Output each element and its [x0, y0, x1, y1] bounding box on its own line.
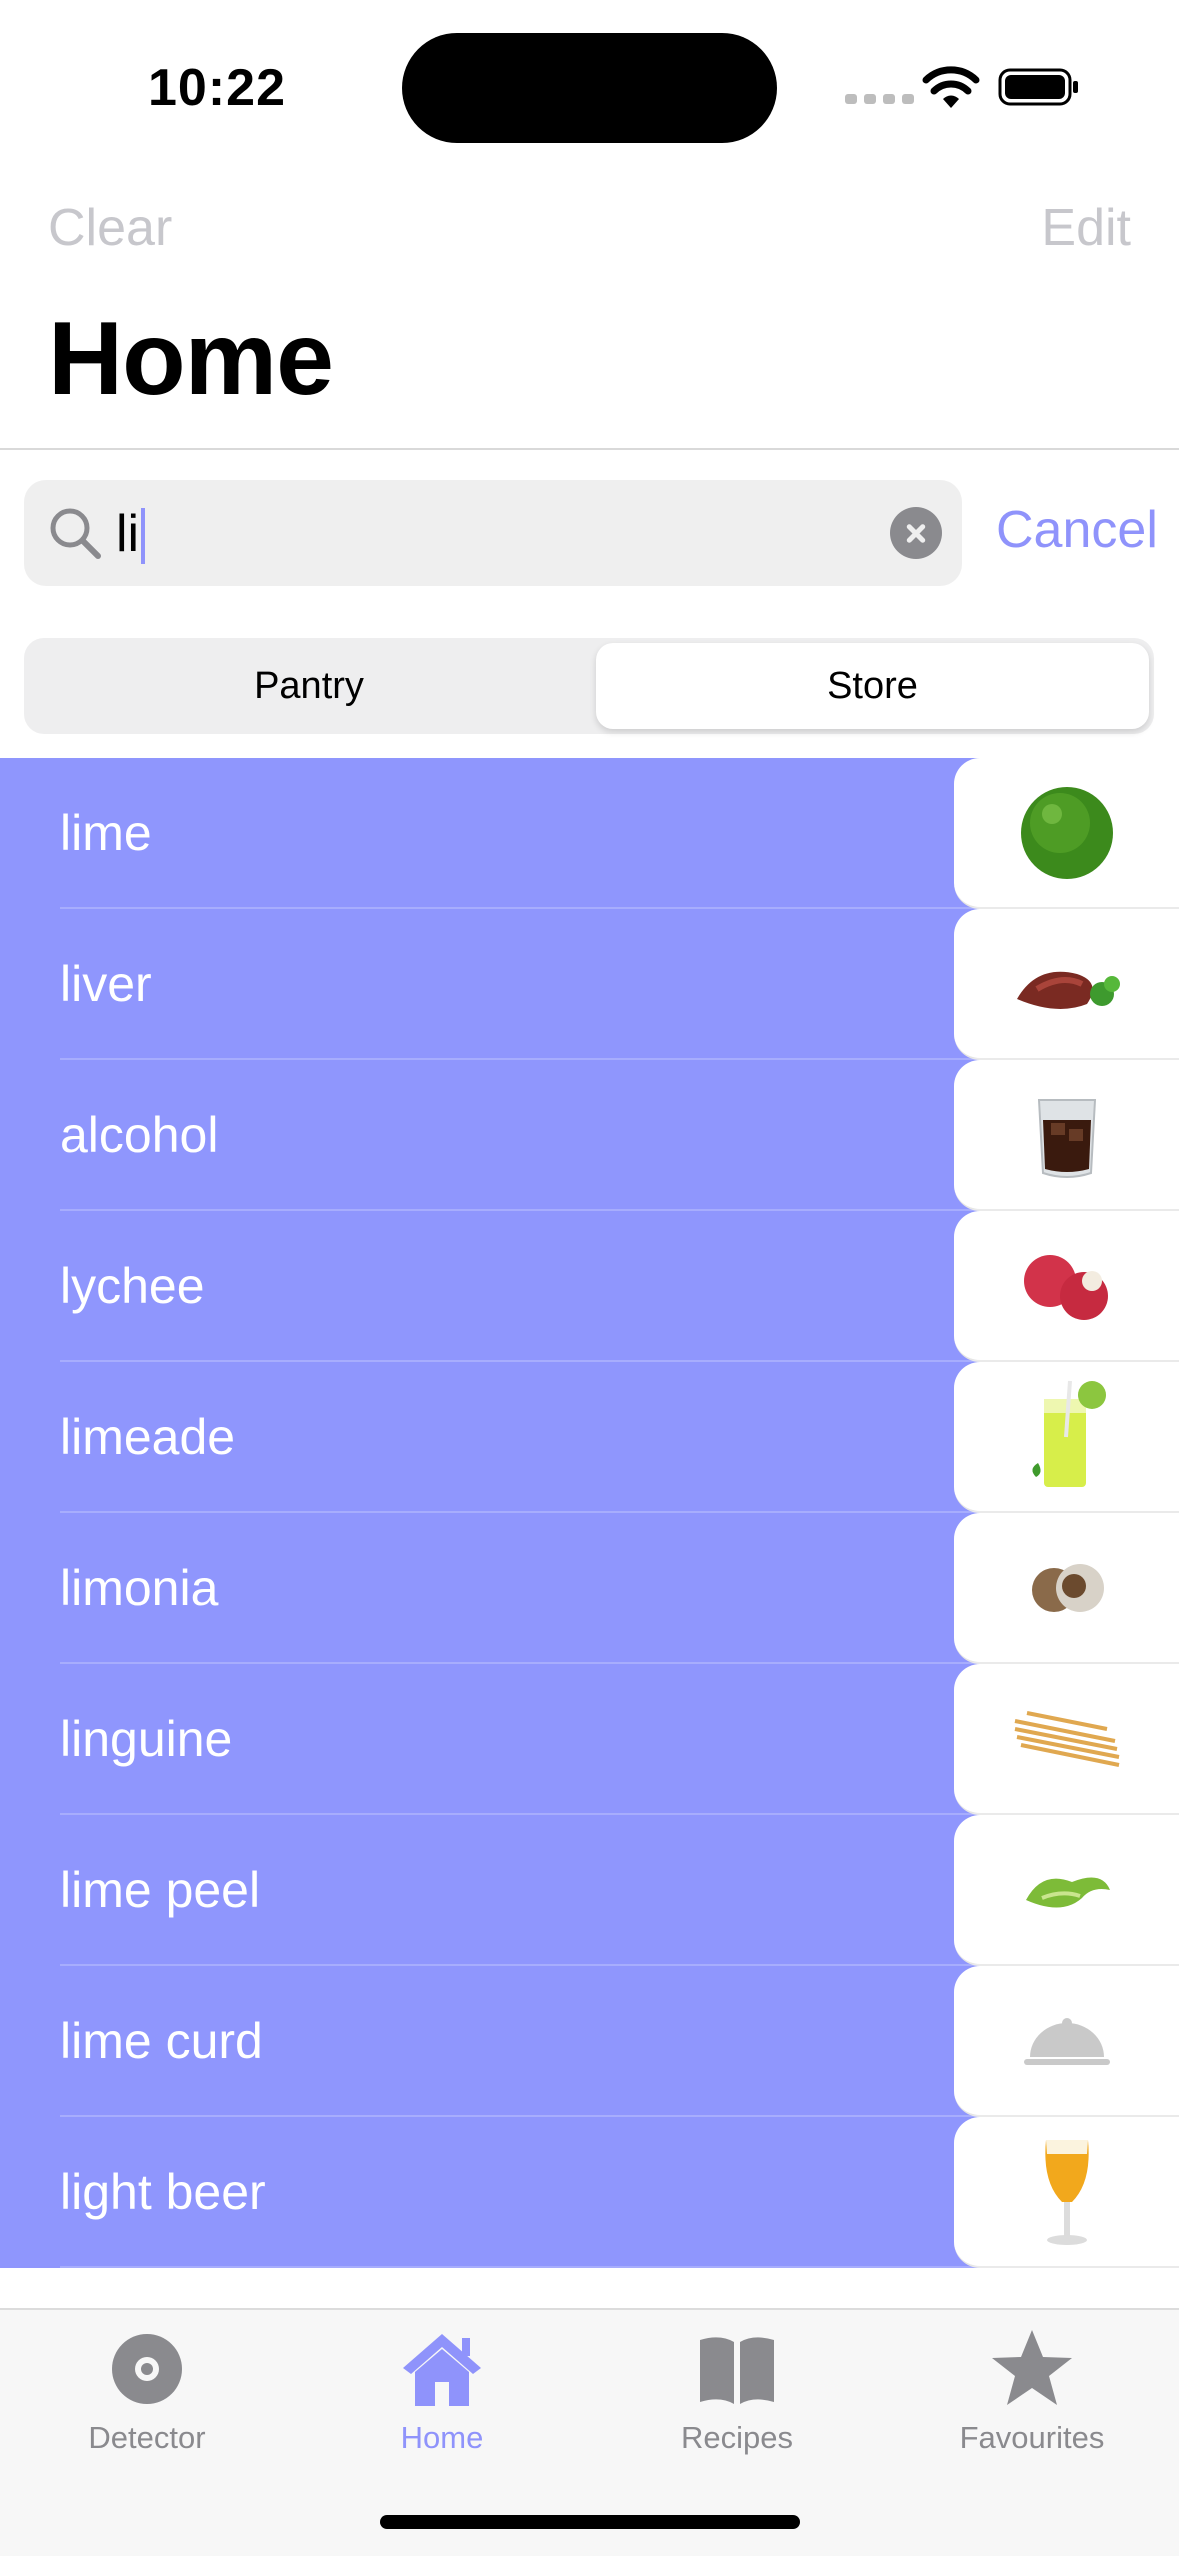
- list-item[interactable]: lime curd: [0, 1966, 1179, 2117]
- alcohol-glass-icon: [954, 1060, 1179, 1211]
- search-input-value: li: [116, 508, 146, 564]
- dynamic-island: [402, 33, 777, 143]
- clear-search-icon[interactable]: [890, 507, 942, 559]
- pantry-store-segmented-control: Pantry Store: [24, 638, 1154, 734]
- search-results-list: lime liver alcohol lychee limeade limoni…: [0, 758, 1179, 2268]
- tab-home[interactable]: Home: [317, 2324, 567, 2456]
- cancel-button[interactable]: Cancel: [996, 500, 1158, 560]
- list-bottom-spacer: [0, 2268, 1179, 2308]
- item-label: lychee: [60, 1258, 205, 1314]
- list-item[interactable]: lime peel: [0, 1815, 1179, 1966]
- tab-label: Home: [400, 2420, 484, 2455]
- nav-divider: [0, 448, 1179, 450]
- tab-detector[interactable]: Detector: [22, 2324, 272, 2456]
- list-item[interactable]: linguine: [0, 1664, 1179, 1815]
- item-label: lime: [60, 805, 152, 861]
- lime-icon: [954, 758, 1179, 909]
- item-label: liver: [60, 956, 152, 1012]
- item-label: linguine: [60, 1711, 233, 1767]
- linguine-icon: [954, 1664, 1179, 1815]
- list-item[interactable]: liver: [0, 909, 1179, 1060]
- limeade-glass-icon: [954, 1362, 1179, 1513]
- item-label: lime curd: [60, 2013, 263, 2069]
- tab-recipes[interactable]: Recipes: [612, 2324, 862, 2456]
- star-icon: [992, 2330, 1072, 2405]
- segment-pantry[interactable]: Pantry: [29, 643, 589, 729]
- status-bar: 10:22: [0, 0, 1179, 175]
- list-item[interactable]: limeade: [0, 1362, 1179, 1513]
- home-indicator: [380, 2515, 800, 2529]
- list-item[interactable]: lychee: [0, 1211, 1179, 1362]
- list-item[interactable]: light beer: [0, 2117, 1179, 2268]
- cellular-signal-icon: [845, 94, 914, 104]
- list-item[interactable]: lime: [0, 758, 1179, 909]
- clear-button[interactable]: Clear: [48, 198, 172, 258]
- item-label: limonia: [60, 1560, 219, 1616]
- search-icon: [50, 508, 101, 559]
- tab-label: Detector: [88, 2420, 206, 2455]
- item-label: lime peel: [60, 1862, 261, 1918]
- limonia-icon: [954, 1513, 1179, 1664]
- tab-label: Recipes: [681, 2420, 793, 2455]
- status-time: 10:22: [148, 59, 286, 117]
- tab-favourites[interactable]: Favourites: [907, 2324, 1157, 2456]
- cloche-placeholder-icon: [954, 1966, 1179, 2117]
- page-title: Home: [48, 301, 334, 417]
- lychee-icon: [954, 1211, 1179, 1362]
- liver-icon: [954, 909, 1179, 1060]
- detector-icon: [112, 2334, 182, 2404]
- lime-peel-icon: [954, 1815, 1179, 1966]
- battery-icon: [998, 68, 1078, 106]
- beer-glass-icon: [954, 2117, 1179, 2268]
- segment-store[interactable]: Store: [596, 643, 1149, 729]
- list-item[interactable]: alcohol: [0, 1060, 1179, 1211]
- search-input[interactable]: li: [24, 480, 962, 586]
- edit-button[interactable]: Edit: [1041, 198, 1131, 258]
- item-label: alcohol: [60, 1107, 219, 1163]
- home-screen: 10:22 Clear Edit Home li Cancel Pantry S…: [0, 0, 1179, 2556]
- book-icon: [700, 2337, 774, 2404]
- wifi-icon: [922, 66, 980, 108]
- item-label: light beer: [60, 2164, 266, 2220]
- tab-label: Favourites: [959, 2420, 1105, 2455]
- list-item[interactable]: limonia: [0, 1513, 1179, 1664]
- house-icon: [403, 2334, 481, 2406]
- item-label: limeade: [60, 1409, 236, 1465]
